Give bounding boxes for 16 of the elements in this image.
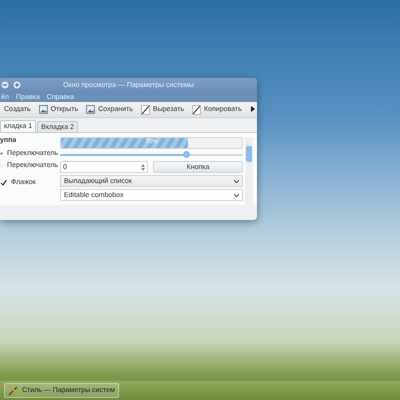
radio-button[interactable] [0,150,4,156]
picture-icon [38,105,48,114]
minimize-icon [1,81,9,89]
picture-icon [86,105,96,114]
checkbox[interactable] [0,178,7,186]
more-arrow-icon [251,106,255,112]
maximize-icon [13,81,21,89]
pen-icon [192,104,202,114]
chevron-down-icon [234,194,239,196]
tools-icon [8,385,19,396]
spin-arrows-icon [141,164,145,170]
slider-handle[interactable] [183,151,190,158]
pen-icon [140,104,150,114]
chevron-down-icon [234,180,239,182]
scrollbar[interactable] [245,137,253,205]
scrollbar-thumb[interactable] [246,146,252,162]
